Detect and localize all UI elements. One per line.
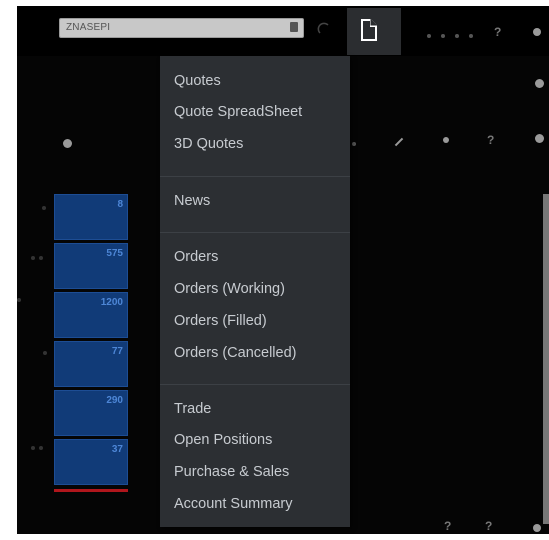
close-icon[interactable]	[533, 28, 541, 36]
menu-item-orders[interactable]: Orders	[174, 249, 218, 265]
symbol-input[interactable]: ZNASEPI	[59, 18, 304, 38]
menu-item-trade[interactable]: Trade	[174, 401, 211, 417]
menu-item-purchase-sales[interactable]: Purchase & Sales	[174, 464, 289, 480]
help-icon-2[interactable]: ?	[487, 133, 494, 147]
menu-item-quote-spreadsheet[interactable]: Quote SpreadSheet	[174, 104, 302, 120]
ladder-cell[interactable]: 575	[54, 243, 128, 289]
new-window-menu: Quotes Quote SpreadSheet 3D Quotes News …	[160, 56, 350, 527]
row-marker	[42, 206, 46, 210]
ladder-value: 8	[117, 199, 123, 210]
help-icon[interactable]: ?	[494, 25, 501, 39]
row-marker	[31, 446, 35, 450]
menu-item-3d-quotes[interactable]: 3D Quotes	[174, 136, 243, 152]
toolbar-dot	[427, 34, 431, 38]
ladder-cell[interactable]: 1200	[54, 292, 128, 338]
menu-separator	[160, 232, 350, 233]
panel-dot-icon[interactable]	[535, 79, 544, 88]
refresh-icon[interactable]	[316, 21, 332, 37]
ladder-value: 575	[106, 248, 123, 259]
ladder-value: 290	[106, 395, 123, 406]
row-marker	[17, 298, 21, 302]
toolbar-dot	[455, 34, 459, 38]
alert-bar	[54, 489, 128, 492]
new-document-button[interactable]	[347, 8, 401, 55]
price-ladder: 8 575 1200 77 290 37	[54, 194, 128, 492]
menu-item-orders-cancelled[interactable]: Orders (Cancelled)	[174, 345, 297, 361]
toolbar-dot	[441, 34, 445, 38]
settings-icon[interactable]	[63, 139, 72, 148]
menu-item-account-summary[interactable]: Account Summary	[174, 496, 292, 512]
row-marker	[31, 256, 35, 260]
vertical-scrollbar[interactable]	[543, 194, 549, 524]
new-document-icon	[361, 19, 377, 41]
row-marker	[39, 256, 43, 260]
ladder-value: 37	[111, 444, 123, 455]
menu-item-news[interactable]: News	[174, 193, 210, 209]
menu-separator	[160, 176, 350, 177]
draw-icon[interactable]	[394, 137, 404, 147]
menu-item-open-positions[interactable]: Open Positions	[174, 432, 272, 448]
row-marker	[39, 446, 43, 450]
row-marker	[43, 351, 47, 355]
toolbar-dot	[469, 34, 473, 38]
ladder-cell[interactable]: 37	[54, 439, 128, 485]
toolbar-dot-icon[interactable]	[443, 137, 449, 143]
bottom-dot-icon[interactable]	[533, 524, 541, 532]
menu-item-orders-working[interactable]: Orders (Working)	[174, 281, 285, 297]
menu-item-orders-filled[interactable]: Orders (Filled)	[174, 313, 267, 329]
ladder-cell[interactable]: 290	[54, 390, 128, 436]
panel-dot-icon[interactable]	[535, 134, 544, 143]
menu-separator	[160, 384, 350, 385]
ladder-cell[interactable]: 8	[54, 194, 128, 240]
bottom-help-icon[interactable]: ?	[444, 519, 451, 533]
toolbar-dot	[352, 142, 356, 146]
ladder-cell[interactable]: 77	[54, 341, 128, 387]
clear-symbol-icon[interactable]	[290, 22, 298, 32]
menu-item-quotes[interactable]: Quotes	[174, 73, 221, 89]
ladder-value: 1200	[100, 297, 123, 308]
ladder-value: 77	[111, 346, 123, 357]
symbol-value: ZNASEPI	[66, 22, 111, 33]
bottom-help-icon-2[interactable]: ?	[485, 519, 492, 533]
trading-app: ZNASEPI ? ? 8 575 1200 77 290 37 ? ? Quo…	[17, 6, 549, 534]
